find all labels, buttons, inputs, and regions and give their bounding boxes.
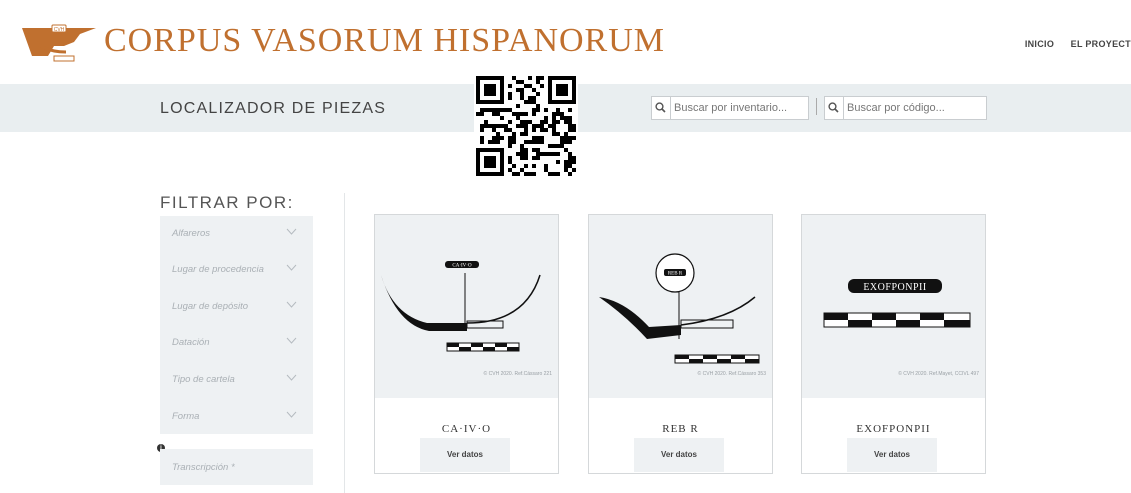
page-title: LOCALIZADOR DE PIEZAS	[160, 100, 387, 117]
search-inventory-input[interactable]: Buscar por inventario...	[651, 96, 809, 120]
piece-card-exofponpii[interactable]: EXOFPONPII © CVH 2020. Ref.Mayet, CCIVL …	[801, 214, 986, 474]
chevron-down-icon	[286, 228, 297, 235]
search-icon[interactable]	[652, 97, 671, 119]
chevron-down-icon	[286, 374, 297, 381]
ver-datos-button[interactable]: Ver datos	[634, 438, 724, 472]
image-credit: © CVH 2020. Ref.Cássaro 221	[483, 371, 552, 377]
filter-label: Alfareros	[172, 228, 211, 239]
image-credit: © CVH 2020. Ref.Mayet, CCIVL 497	[898, 371, 979, 377]
piece-drawing[interactable]: CA·IV·O © CVH 2020. Ref.Cássaro 221	[375, 215, 558, 398]
filter-lugar-procedencia[interactable]: Lugar de procedencia	[160, 252, 313, 288]
logo-stamp: CVH	[54, 27, 65, 33]
chevron-down-icon	[286, 264, 297, 271]
qr-code	[474, 76, 578, 176]
transcription-input[interactable]: Transcripción *	[160, 449, 313, 485]
column-divider	[344, 193, 345, 493]
piece-drawing[interactable]: EXOFPONPII © CVH 2020. Ref.Mayet, CCIVL …	[802, 215, 985, 398]
piece-drawing[interactable]: REB R © CVH 2020. Ref.Cássaro 353	[589, 215, 772, 398]
piece-card-rebr[interactable]: REB R © CVH 2020. Ref.Cássaro 353 REB R …	[588, 214, 773, 474]
search-icon[interactable]	[825, 97, 844, 119]
chevron-down-icon	[286, 411, 297, 418]
site-title[interactable]: CORPUS VASORUM HISPANORUM	[104, 22, 665, 60]
stamp-text: REB R	[668, 272, 683, 277]
piece-name: EXOFPONPII	[856, 423, 931, 435]
search-divider	[816, 98, 817, 115]
filter-label: Lugar de depósito	[172, 301, 249, 312]
filter-lugar-deposito[interactable]: Lugar de depósito	[160, 289, 313, 325]
filter-heading: FILTRAR POR:	[160, 193, 294, 212]
filter-label: Lugar de procedencia	[172, 264, 264, 275]
ver-datos-button[interactable]: Ver datos	[420, 438, 510, 472]
top-nav: INICIO EL PROYECT	[1011, 39, 1131, 49]
nav-el-proyecto[interactable]: EL PROYECT	[1071, 39, 1131, 49]
chevron-down-icon	[286, 337, 297, 344]
filter-forma[interactable]: Forma	[160, 399, 313, 435]
filter-datacion[interactable]: Datación	[160, 325, 313, 361]
search-inventory-placeholder: Buscar por inventario...	[674, 102, 788, 114]
ver-datos-button[interactable]: Ver datos	[847, 438, 937, 472]
filter-panel: Alfareros Lugar de procedencia Lugar de …	[160, 216, 313, 434]
piece-name: CA·IV·O	[441, 423, 492, 435]
piece-name: REB R	[662, 423, 699, 435]
image-credit: © CVH 2020. Ref.Cássaro 353	[697, 371, 766, 377]
cvh-logo-icon[interactable]: CVH	[20, 22, 98, 68]
piece-card-caivo[interactable]: CA·IV·O © CVH 2020. Ref.Cássaro 221 CA·I…	[374, 214, 559, 474]
stamp-text: EXOFPONPII	[863, 282, 926, 293]
filter-tipo-cartela[interactable]: Tipo de cartela	[160, 362, 313, 398]
filter-label: Datación	[172, 337, 210, 348]
filter-label: Tipo de cartela	[172, 374, 235, 385]
search-code-placeholder: Buscar por código...	[847, 102, 945, 114]
filter-label: Forma	[172, 411, 200, 422]
chevron-down-icon	[286, 301, 297, 308]
site-header: CVH CORPUS VASORUM HISPANORUM INICIO EL …	[0, 0, 1131, 84]
transcription-label: Transcripción *	[172, 462, 235, 473]
filter-alfareros[interactable]: Alfareros	[160, 216, 313, 252]
search-code-input[interactable]: Buscar por código...	[824, 96, 987, 120]
stamp-text: CA·IV·O	[452, 264, 472, 269]
nav-inicio[interactable]: INICIO	[1025, 39, 1054, 49]
